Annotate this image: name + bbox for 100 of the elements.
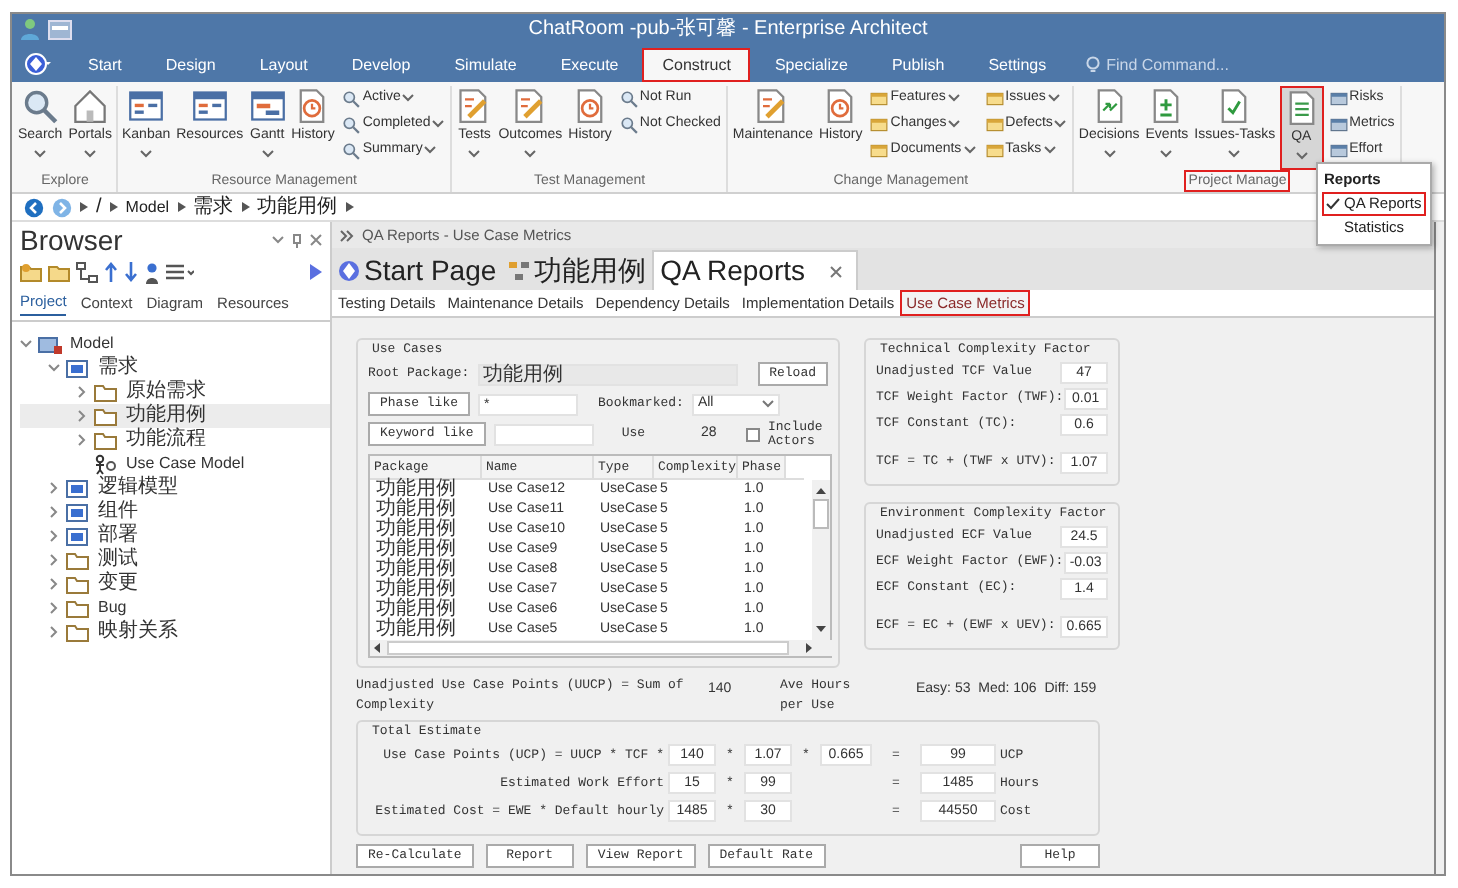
caret-icon[interactable]: [1054, 120, 1067, 128]
tree-item[interactable]: 原始需求: [124, 380, 208, 404]
caret-icon[interactable]: [84, 149, 97, 157]
chevron-icon[interactable]: [177, 202, 186, 212]
expand-icon[interactable]: [48, 554, 60, 566]
play-icon[interactable]: [310, 264, 322, 280]
tree-item[interactable]: 功能流程: [124, 428, 208, 452]
tree-item[interactable]: 逻辑模型: [96, 476, 180, 500]
document-tab[interactable]: 功能用例: [502, 250, 653, 290]
caret-icon[interactable]: [261, 149, 274, 157]
folder-icon[interactable]: [48, 261, 70, 283]
menu-tab[interactable]: Layout: [239, 48, 328, 82]
breadcrumb-item[interactable]: 功能用例: [257, 195, 338, 219]
scrollbar[interactable]: [370, 639, 834, 656]
caret-icon[interactable]: [402, 94, 415, 102]
down-arrow-icon[interactable]: [124, 262, 138, 282]
caret-icon[interactable]: [1295, 151, 1308, 159]
expand-icon[interactable]: [48, 578, 60, 590]
menu-tab[interactable]: Develop: [331, 48, 431, 82]
menu-tab[interactable]: Publish: [871, 48, 965, 82]
caret-icon[interactable]: [140, 149, 153, 157]
window-title: ChatRoom -pub-张可馨 - Enterprise Architect: [528, 15, 928, 44]
chevron-icon[interactable]: [109, 202, 118, 212]
chevron-icon[interactable]: [241, 202, 250, 212]
checkbox[interactable]: [746, 427, 760, 442]
caret-icon[interactable]: [1047, 94, 1060, 102]
window-icon: [870, 141, 889, 159]
close-icon[interactable]: [829, 265, 842, 277]
package-icon: [66, 477, 90, 499]
tree-item[interactable]: 组件: [96, 500, 140, 524]
collapse-icon[interactable]: [48, 362, 60, 374]
expand-icon[interactable]: [76, 410, 88, 422]
chevron-icon[interactable]: [345, 202, 354, 212]
breadcrumb-item[interactable]: Model: [125, 195, 170, 219]
close-icon[interactable]: [310, 234, 322, 246]
collapse-icon[interactable]: [20, 338, 32, 350]
caret-icon[interactable]: [948, 120, 961, 128]
tree-item[interactable]: Model: [68, 332, 116, 356]
pin-icon[interactable]: [292, 233, 302, 247]
expand-icon[interactable]: [48, 626, 60, 638]
lightbulb-icon: [1086, 56, 1101, 74]
search-icon: [619, 115, 638, 133]
caret-icon[interactable]: [761, 400, 774, 409]
expand-icon[interactable]: [76, 434, 88, 446]
board-icon: [191, 88, 228, 124]
up-arrow-icon[interactable]: [104, 262, 118, 282]
expand-icon[interactable]: [48, 530, 60, 542]
menu-tab[interactable]: Settings: [968, 48, 1067, 82]
document-tab[interactable]: Start Page: [332, 250, 503, 290]
new-folder-icon[interactable]: [20, 261, 42, 283]
diagram-icon[interactable]: [76, 261, 98, 283]
board-icon: [128, 88, 165, 124]
caret-icon[interactable]: [1228, 149, 1241, 157]
caret-icon[interactable]: [1160, 149, 1173, 157]
person-icon[interactable]: [144, 261, 160, 283]
tree-item[interactable]: Use Case Model: [124, 452, 247, 476]
caret-icon[interactable]: [424, 146, 437, 154]
expand-icon[interactable]: [48, 506, 60, 518]
logo-icon[interactable]: [24, 52, 52, 76]
breadcrumb-item[interactable]: 需求: [193, 195, 234, 219]
keyword-field[interactable]: [493, 423, 594, 446]
document-tab[interactable]: QA Reports: [652, 250, 858, 290]
menu-tab[interactable]: Construct: [642, 48, 751, 82]
back-icon[interactable]: [24, 197, 44, 217]
menu-tab[interactable]: Execute: [540, 48, 639, 82]
expand-icon[interactable]: [48, 482, 60, 494]
tree-item[interactable]: Bug: [96, 596, 129, 620]
window-icon: [1329, 89, 1348, 107]
search-icon: [619, 89, 638, 107]
expand-icon[interactable]: [48, 602, 60, 614]
table-cell-text: 功能用例: [374, 479, 458, 500]
caret-icon[interactable]: [963, 146, 976, 154]
caret-icon[interactable]: [524, 149, 537, 157]
caret-icon[interactable]: [468, 149, 481, 157]
caret-icon[interactable]: [432, 120, 445, 128]
caret-icon[interactable]: [1043, 146, 1056, 154]
tree-item[interactable]: 部署: [96, 524, 140, 548]
table-cell-text: 功能用例: [374, 519, 458, 540]
root-package-field[interactable]: 功能用例: [477, 363, 738, 386]
tree-item[interactable]: 测试: [96, 548, 140, 572]
menu-tab[interactable]: Specialize: [754, 48, 868, 82]
window-icon: [48, 19, 72, 39]
tree-item[interactable]: 变更: [96, 572, 140, 596]
panel-title: Browser: [20, 221, 123, 259]
breadcrumb-item[interactable]: /: [96, 195, 102, 219]
caret-icon[interactable]: [947, 94, 960, 102]
caret-icon[interactable]: [1103, 149, 1116, 157]
scrollbar[interactable]: [812, 479, 830, 640]
caret-icon[interactable]: [272, 236, 284, 244]
double-chevron-icon: [340, 229, 354, 241]
expand-icon[interactable]: [76, 386, 88, 398]
tree-item[interactable]: 需求: [96, 356, 140, 380]
menu-tab[interactable]: Simulate: [434, 48, 537, 82]
caret-icon[interactable]: [34, 149, 47, 157]
menu-tab[interactable]: Design: [145, 48, 236, 82]
menu-icon[interactable]: [166, 264, 194, 280]
tree-item[interactable]: 映射关系: [96, 620, 180, 644]
chevron-icon[interactable]: [80, 202, 88, 212]
menu-tab[interactable]: Start: [68, 48, 142, 82]
home-icon: [72, 88, 109, 124]
